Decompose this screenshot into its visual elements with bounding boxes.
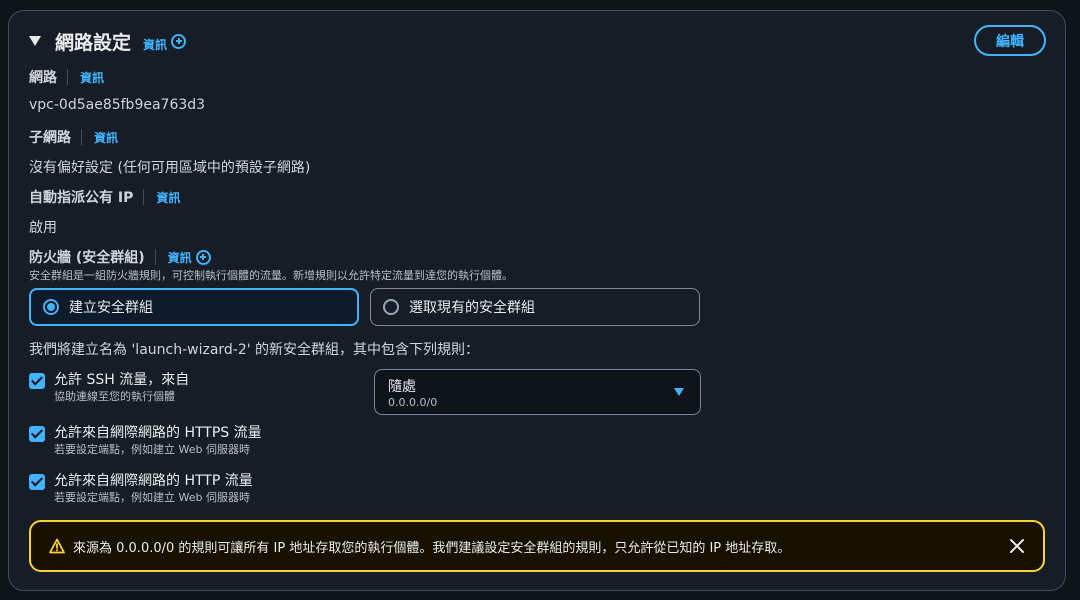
rules-intro: 我們將建立名為 'launch-wizard-2' 的新安全群組，其中包含下列規… [29,342,480,358]
public-ip-info-link[interactable]: 資訊 [156,189,180,206]
firewall-info-link[interactable]: 資訊 [168,249,192,266]
rule-http[interactable]: 允許來自網際網路的 HTTP 流量 若要設定端點，例如建立 Web 伺服器時 [29,472,253,506]
checkbox-check-icon[interactable] [29,426,45,442]
rule-http-label: 允許來自網際網路的 HTTP 流量 [54,473,253,489]
firewall-label-row: 防火牆 (安全群組) 資訊 [29,247,211,267]
divider [67,69,68,85]
rule-https-label: 允許來自網際網路的 HTTPS 流量 [54,425,262,441]
network-settings-panel: 網路設定 資訊 編輯 網路 資訊 vpc-0d5ae85fb9ea763d3 子… [8,10,1066,591]
rule-http-description: 若要設定端點，例如建立 Web 伺服器時 [54,491,250,504]
edit-button[interactable]: 編輯 [974,25,1046,56]
subnet-info-link[interactable]: 資訊 [94,129,118,146]
dropdown-caret-icon[interactable] [674,388,684,396]
network-label: 網路 [29,70,57,86]
info-plus-icon[interactable] [195,249,211,265]
public-ip-label: 自動指派公有 IP [29,190,134,206]
rule-ssh[interactable]: 允許 SSH 流量，來自 協助連線至您的執行個體 [29,371,189,405]
ssh-source-value: 隨處 [388,379,416,395]
rule-ssh-description: 協助連線至您的執行個體 [54,390,175,403]
ssh-source-select[interactable]: 隨處 0.0.0.0/0 [374,369,701,415]
collapse-caret-icon[interactable] [29,36,41,46]
network-info-link[interactable]: 資訊 [80,69,104,86]
select-existing-security-group-option[interactable]: 選取現有的安全群組 [370,288,700,326]
select-existing-security-group-label: 選取現有的安全群組 [409,300,535,316]
checkbox-check-icon[interactable] [29,474,45,490]
section-info-link[interactable]: 資訊 [143,36,167,53]
divider [154,249,156,265]
close-icon[interactable] [1009,538,1025,554]
alert-text: 來源為 0.0.0.0/0 的規則可讓所有 IP 地址存取您的執行個體。我們建議… [73,540,791,556]
create-security-group-option[interactable]: 建立安全群組 [29,288,359,326]
section-title: 網路設定 [55,31,132,54]
ssh-source-cidr: 0.0.0.0/0 [388,396,438,409]
rule-https[interactable]: 允許來自網際網路的 HTTPS 流量 若要設定端點，例如建立 Web 伺服器時 [29,424,262,458]
section-header[interactable]: 網路設定 資訊 [29,27,187,55]
divider [143,189,145,205]
warning-alert: 來源為 0.0.0.0/0 的規則可讓所有 IP 地址存取您的執行個體。我們建議… [29,520,1045,572]
rule-https-description: 若要設定端點，例如建立 Web 伺服器時 [54,443,250,456]
warning-icon [49,538,65,554]
public-ip-value: 啟用 [29,220,57,236]
subnet-label: 子網路 [29,130,71,146]
firewall-description: 安全群組是一組防火牆規則，可控制執行個體的流量。新增規則以允許特定流量到達您的執… [29,269,513,282]
radio-unselected-icon[interactable] [383,299,399,315]
network-value: vpc-0d5ae85fb9ea763d3 [29,97,206,113]
subnet-label-row: 子網路 資訊 [29,127,118,147]
radio-selected-icon[interactable] [43,299,59,315]
divider [81,129,82,145]
create-security-group-label: 建立安全群組 [69,300,153,316]
subnet-value: 沒有偏好設定 (任何可用區域中的預設子網路) [29,160,311,176]
rule-ssh-label: 允許 SSH 流量，來自 [54,372,190,388]
network-label-row: 網路 資訊 [29,67,104,87]
info-plus-icon[interactable] [171,33,187,49]
checkbox-check-icon[interactable] [29,373,45,389]
firewall-label: 防火牆 (安全群組) [29,250,145,266]
public-ip-label-row: 自動指派公有 IP 資訊 [29,187,180,207]
